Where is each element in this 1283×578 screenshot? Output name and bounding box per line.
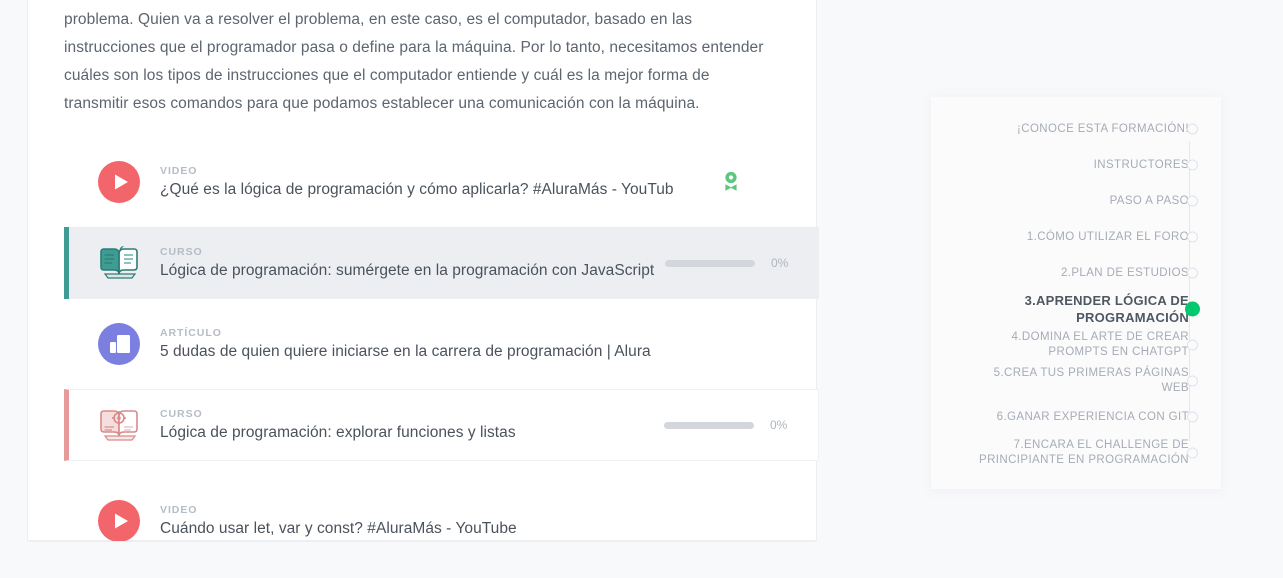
article-circle-icon [97,322,141,366]
timeline-dot-icon[interactable] [1187,231,1198,243]
item-kicker: CURSO [160,245,203,258]
progress-bar [664,421,754,429]
timeline-label: 2.PLAN DE ESTUDIOS [1060,266,1189,279]
item-title: ¿Qué es la lógica de programación y cómo… [160,180,674,198]
timeline-dot-icon[interactable] [1187,339,1198,351]
sidebar-item-aprender-logica-de-programacion[interactable]: 3.APRENDER LÓGICA DE PROGRAMACIÓN [931,291,1221,327]
timeline-dot-icon[interactable] [1187,447,1198,459]
item-text: VIDEO ¿Qué es la lógica de programación … [160,164,722,201]
sidebar-item-domina-el-arte-de-crear-prompts-en-chatgpt[interactable]: 4.DOMINA EL ARTE DE CREAR PROMPTS EN CHA… [931,327,1221,363]
panel-divider [29,541,815,542]
item-text: ARTÍCULO 5 dudas de quien quiere iniciar… [160,326,780,363]
item-title: Lógica de programación: explorar funcion… [160,423,516,441]
list-item[interactable]: VIDEO ¿Qué es la lógica de programación … [64,152,780,212]
sidebar-item-conoce-esta-formacion[interactable]: ¡CONOCE ESTA FORMACIÓN! [931,111,1221,147]
timeline-label: 7.ENCARA EL CHALLENGE DE PRINCIPIANTE EN… [979,439,1189,466]
timeline-dot-icon[interactable] [1187,195,1198,207]
item-kicker: VIDEO [160,164,198,177]
timeline-dot-icon[interactable] [1187,267,1198,279]
item-title: 5 dudas de quien quiere iniciarse en la … [160,342,651,360]
item-text: CURSO Lógica de programación: explorar f… [160,407,664,444]
main-content-panel: problema. Quien va a resolver el problem… [27,0,819,542]
item-kicker: CURSO [160,407,203,420]
timeline-dot-icon[interactable] [1187,123,1198,135]
timeline-label: 5.CREA TUS PRIMERAS PÁGINAS WEB [993,367,1189,394]
list-item[interactable]: CURSO Lógica de programación: explorar f… [64,389,819,461]
item-title: Lógica de programación: sumérgete en la … [160,261,655,279]
item-text: CURSO Lógica de programación: sumérgete … [160,245,665,282]
item-kicker: VIDEO [160,503,198,516]
list-item[interactable]: ARTÍCULO 5 dudas de quien quiere iniciar… [64,314,780,374]
sidebar-item-crea-tus-primeras-paginas-web[interactable]: 5.CREA TUS PRIMERAS PÁGINAS WEB [931,363,1221,399]
award-badge-icon [722,171,740,193]
learning-item-list: VIDEO ¿Qué es la lógica de programación … [64,152,819,551]
timeline-dot-active-icon[interactable] [1185,301,1200,317]
list-item[interactable]: CURSO Lógica de programación: sumérgete … [64,227,819,299]
timeline-dot-icon[interactable] [1187,159,1198,171]
book-teal-icon [97,241,141,285]
timeline-label: 1.CÓMO UTILIZAR EL FORO [1026,230,1189,243]
timeline-label: INSTRUCTORES [1093,158,1189,171]
timeline-dot-icon[interactable] [1187,375,1198,387]
item-title: Cuándo usar let, var y const? #AluraMás … [160,519,517,537]
sidebar-item-ganar-experiencia-con-git[interactable]: 6.GANAR EXPERIENCIA CON GIT [931,399,1221,435]
sidebar-item-como-utilizar-el-foro[interactable]: 1.CÓMO UTILIZAR EL FORO [931,219,1221,255]
item-progress: 0% [665,256,795,270]
item-progress: 0% [664,418,794,432]
timeline-label: ¡CONOCE ESTA FORMACIÓN! [1017,122,1189,135]
timeline-list: ¡CONOCE ESTA FORMACIÓN! INSTRUCTORES PAS… [931,111,1221,471]
sidebar-item-paso-a-paso[interactable]: PASO A PASO [931,183,1221,219]
book-pink-icon [97,403,141,447]
progress-label: 0% [771,256,789,270]
progress-label: 0% [770,418,788,432]
timeline-label: 3.APRENDER LÓGICA DE PROGRAMACIÓN [1024,293,1189,325]
course-timeline-sidebar: ¡CONOCE ESTA FORMACIÓN! INSTRUCTORES PAS… [931,97,1221,489]
intro-paragraph: problema. Quien va a resolver el problem… [64,11,764,112]
item-kicker: ARTÍCULO [160,326,222,339]
timeline-dot-icon[interactable] [1187,411,1198,423]
play-circle-icon [97,160,141,204]
timeline-label: PASO A PASO [1109,194,1189,207]
item-text: VIDEO Cuándo usar let, var y const? #Alu… [160,503,780,540]
timeline-label: 6.GANAR EXPERIENCIA CON GIT [996,410,1189,423]
sidebar-item-instructores[interactable]: INSTRUCTORES [931,147,1221,183]
progress-bar [665,259,755,267]
play-circle-icon [97,499,141,543]
timeline-label: 4.DOMINA EL ARTE DE CREAR PROMPTS EN CHA… [1011,331,1189,358]
sidebar-item-plan-de-estudios[interactable]: 2.PLAN DE ESTUDIOS [931,255,1221,291]
list-item[interactable]: VIDEO Cuándo usar let, var y const? #Alu… [64,491,780,551]
sidebar-item-encara-el-challenge-de-principiante-en-programacion[interactable]: 7.ENCARA EL CHALLENGE DE PRINCIPIANTE EN… [931,435,1221,471]
